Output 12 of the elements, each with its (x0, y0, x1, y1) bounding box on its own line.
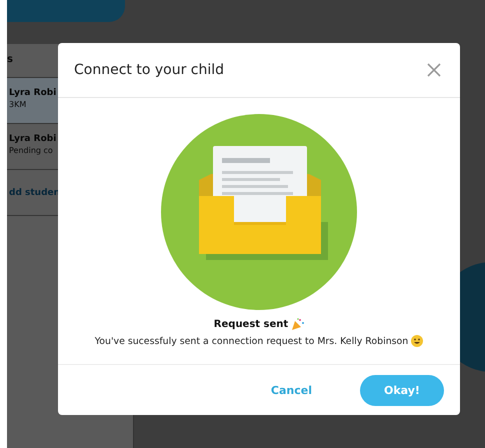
smiley-icon (411, 335, 424, 347)
student-name: Lyra Robi (9, 134, 58, 144)
okay-button[interactable]: Okay! (360, 374, 444, 406)
party-popper-icon (291, 318, 304, 331)
close-icon (426, 62, 442, 78)
close-button[interactable] (426, 62, 442, 78)
request-heading: Request sent (214, 319, 288, 330)
student-name: Lyra Robi (9, 88, 58, 98)
student-detail: Pending co (9, 146, 54, 155)
student-detail: 3KM (9, 100, 28, 109)
request-message: You've sucessfuly sent a connection request to Mrs. Kelly Robinson (94, 336, 408, 346)
cancel-button[interactable]: Cancel (264, 380, 318, 400)
